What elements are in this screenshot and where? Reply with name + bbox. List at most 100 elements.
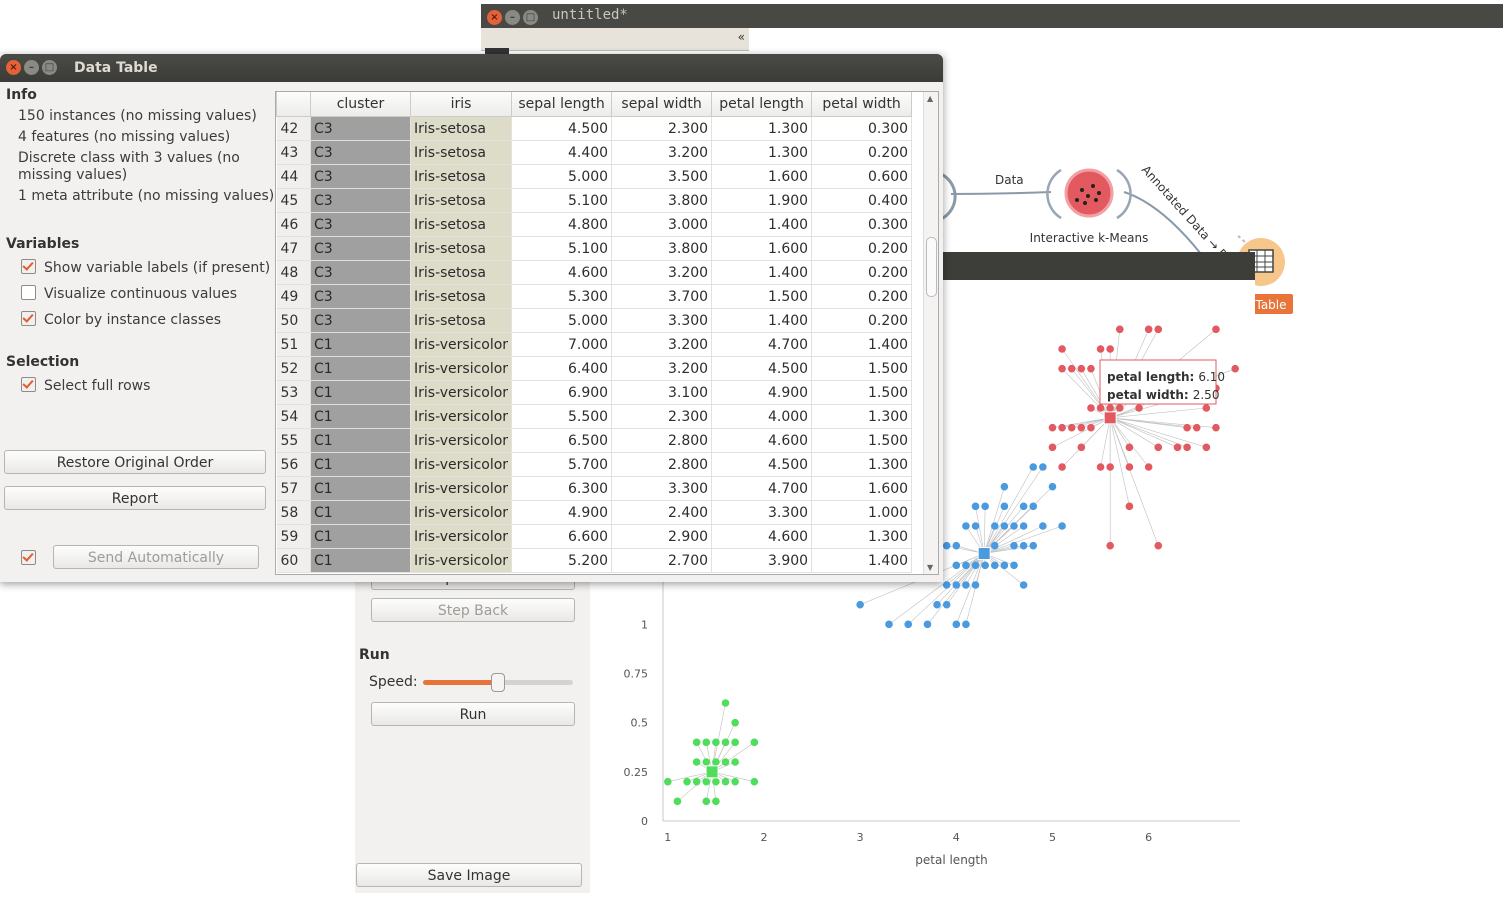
data-point[interactable] xyxy=(1096,463,1105,471)
table-cell[interactable]: 3.200 xyxy=(611,260,713,285)
table-row[interactable]: 54 C1 Iris-versicolor 5.500 2.300 4.000 1.300 xyxy=(276,404,913,429)
row-index[interactable]: 44 xyxy=(276,164,311,189)
table-cell[interactable]: C1 xyxy=(310,548,411,573)
data-point[interactable] xyxy=(1144,463,1153,471)
table-cell[interactable]: Iris-versicolor xyxy=(410,428,513,453)
table-cell[interactable]: 6.500 xyxy=(511,428,613,453)
row-index[interactable]: 60 xyxy=(276,548,311,573)
table-cell[interactable]: C3 xyxy=(310,116,411,141)
data-point[interactable] xyxy=(952,620,961,629)
table-cell[interactable]: 3.500 xyxy=(611,164,713,189)
table-cell[interactable]: 1.500 xyxy=(811,356,913,381)
data-point[interactable] xyxy=(1010,561,1018,570)
table-row[interactable]: 43 C3 Iris-setosa 4.400 3.200 1.300 0.200 xyxy=(276,140,913,165)
data-point[interactable] xyxy=(702,797,711,806)
speed-slider-handle[interactable] xyxy=(490,673,505,692)
data-point[interactable] xyxy=(1058,463,1066,471)
data-point[interactable] xyxy=(1039,522,1047,530)
table-cell[interactable]: 3.100 xyxy=(611,380,713,405)
data-point[interactable] xyxy=(962,522,970,530)
scroll-up-icon[interactable]: ▲ xyxy=(927,94,933,103)
table-cell[interactable]: C1 xyxy=(310,428,411,453)
table-cell[interactable]: 1.500 xyxy=(811,380,913,405)
data-point[interactable] xyxy=(702,777,711,786)
data-point[interactable] xyxy=(971,561,980,570)
row-index[interactable]: 52 xyxy=(276,356,311,381)
table-cell[interactable]: C1 xyxy=(310,476,411,501)
table-cell[interactable]: 3.200 xyxy=(611,140,713,165)
table-cell[interactable]: 4.500 xyxy=(711,356,813,381)
data-point[interactable] xyxy=(731,718,739,727)
data-point[interactable] xyxy=(1125,443,1134,452)
table-cell[interactable]: 1.300 xyxy=(711,140,813,165)
table-row[interactable]: 46 C3 Iris-setosa 4.800 3.000 1.400 0.300 xyxy=(276,212,913,237)
table-cell[interactable]: 1.300 xyxy=(711,116,813,141)
table-cell[interactable]: 0.200 xyxy=(811,284,913,309)
close-icon[interactable]: × xyxy=(6,60,21,75)
table-cell[interactable]: 3.800 xyxy=(611,188,713,213)
data-point[interactable] xyxy=(1125,502,1134,511)
table-cell[interactable]: C1 xyxy=(310,380,411,405)
table-cell[interactable]: 3.900 xyxy=(711,548,813,573)
scroll-thumb[interactable] xyxy=(926,237,937,297)
data-point[interactable] xyxy=(1212,325,1220,334)
table-cell[interactable]: 3.000 xyxy=(611,212,713,237)
data-point[interactable] xyxy=(1010,541,1018,550)
minimize-icon[interactable]: – xyxy=(24,60,39,75)
data-point[interactable] xyxy=(1000,502,1009,511)
table-cell[interactable]: 0.200 xyxy=(811,140,913,165)
table-cell[interactable]: Iris-setosa xyxy=(410,140,513,165)
table-cell[interactable]: 0.300 xyxy=(811,212,913,237)
data-point[interactable] xyxy=(702,738,711,747)
data-point[interactable] xyxy=(1096,404,1105,412)
table-cell[interactable]: C3 xyxy=(310,140,411,165)
step-back-button[interactable]: Step Back xyxy=(371,598,575,622)
table-cell[interactable]: Iris-setosa xyxy=(410,116,513,141)
row-index[interactable]: 51 xyxy=(276,332,311,357)
table-cell[interactable]: 0.400 xyxy=(811,188,913,213)
color-by-class-checkbox[interactable]: Color by instance classes xyxy=(21,311,221,328)
table-cell[interactable]: 1.600 xyxy=(811,476,913,501)
table-cell[interactable]: 2.900 xyxy=(611,524,713,549)
data-point[interactable] xyxy=(1000,482,1009,491)
table-cell[interactable]: Iris-setosa xyxy=(410,236,513,261)
data-point[interactable] xyxy=(1019,502,1028,511)
data-point[interactable] xyxy=(1067,364,1076,373)
column-header[interactable]: sepal length xyxy=(511,92,613,117)
table-row[interactable]: 53 C1 Iris-versicolor 6.900 3.100 4.900 1.500 xyxy=(276,380,913,405)
data-point[interactable] xyxy=(990,522,999,530)
data-point[interactable] xyxy=(1067,423,1076,432)
table-cell[interactable]: 0.600 xyxy=(811,164,913,189)
table-cell[interactable]: 4.400 xyxy=(511,140,613,165)
data-point[interactable] xyxy=(1106,404,1114,412)
row-index[interactable]: 55 xyxy=(276,428,311,453)
table-row[interactable]: 59 C1 Iris-versicolor 6.600 2.900 4.600 1.300 xyxy=(276,524,913,549)
table-cell[interactable]: 3.300 xyxy=(611,476,713,501)
data-table[interactable]: cluster iris sepal length sepal width petal … xyxy=(275,91,939,575)
data-point[interactable] xyxy=(933,600,941,609)
row-index[interactable]: 58 xyxy=(276,500,311,525)
table-cell[interactable]: 2.300 xyxy=(611,116,713,141)
table-cell[interactable]: 0.200 xyxy=(811,308,913,333)
table-cell[interactable]: 6.600 xyxy=(511,524,613,549)
data-point[interactable] xyxy=(952,581,961,589)
table-cell[interactable]: Iris-setosa xyxy=(410,260,513,285)
column-header[interactable]: iris xyxy=(409,92,513,117)
column-header[interactable]: petal width xyxy=(811,92,913,117)
data-point[interactable] xyxy=(1183,423,1191,432)
data-point[interactable] xyxy=(962,561,970,570)
data-point[interactable] xyxy=(712,797,720,806)
data-point[interactable] xyxy=(904,620,913,629)
table-row[interactable]: 52 C1 Iris-versicolor 6.400 3.200 4.500 1.500 xyxy=(276,356,913,381)
data-point[interactable] xyxy=(962,581,970,589)
table-cell[interactable]: 3.800 xyxy=(611,236,713,261)
table-cell[interactable]: 2.400 xyxy=(611,500,713,525)
data-point[interactable] xyxy=(1058,423,1066,432)
table-cell[interactable]: 1.500 xyxy=(811,428,913,453)
table-cell[interactable]: C3 xyxy=(310,236,411,261)
table-cell[interactable]: 3.200 xyxy=(611,332,713,357)
data-point[interactable] xyxy=(1048,443,1057,452)
table-cell[interactable]: C1 xyxy=(310,452,411,477)
data-point[interactable] xyxy=(712,738,720,747)
data-point[interactable] xyxy=(981,561,989,570)
